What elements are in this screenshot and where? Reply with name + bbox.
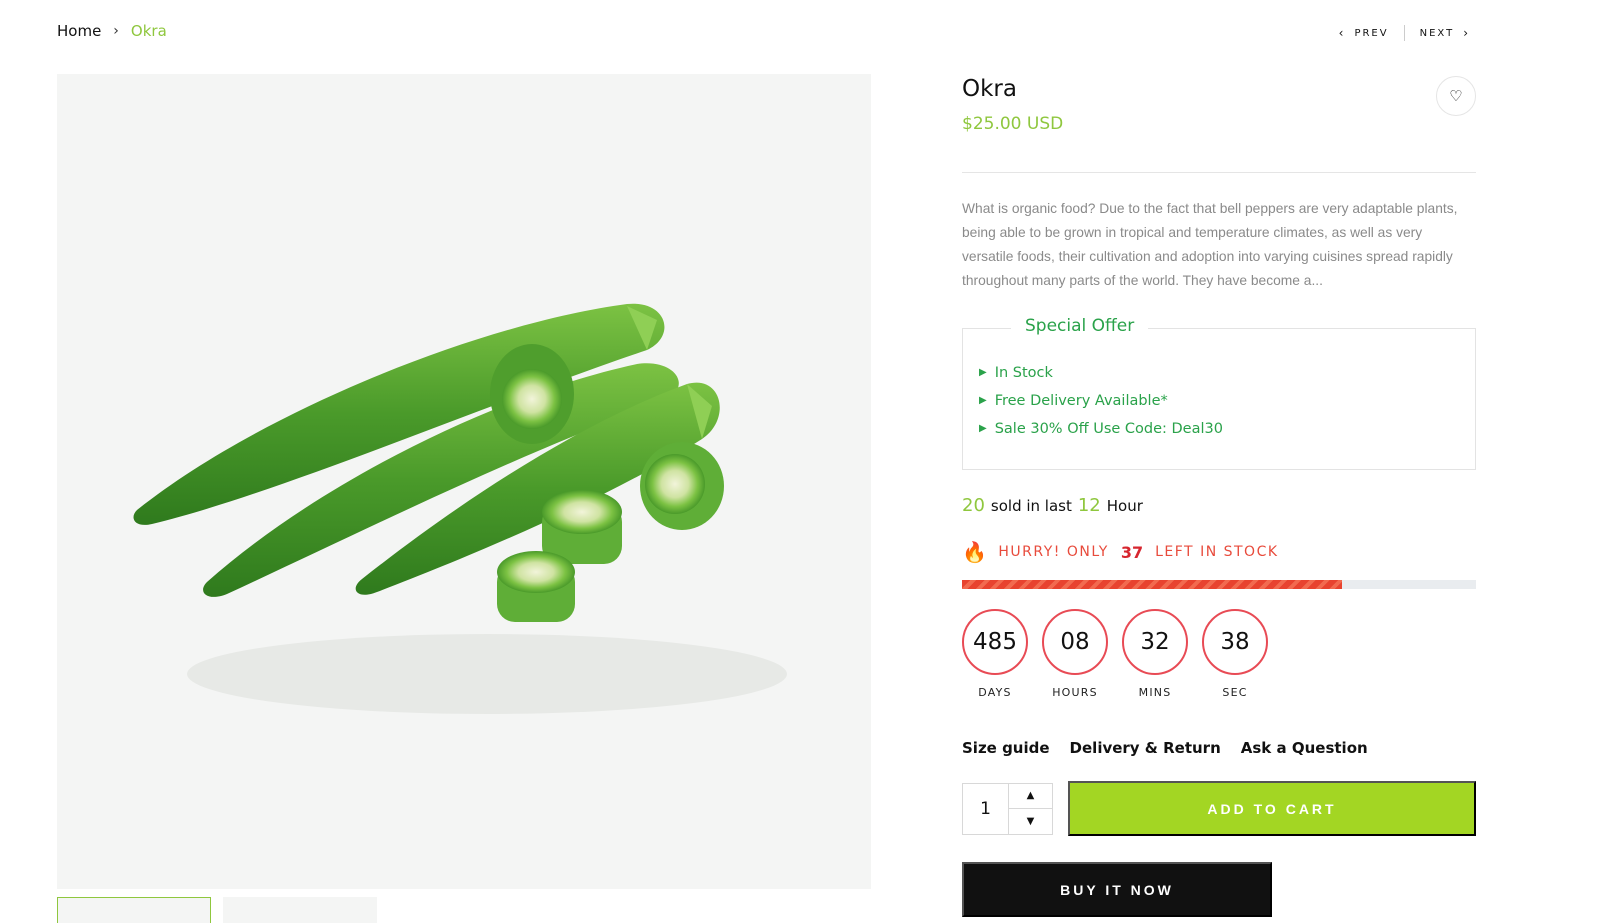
countdown-label: DAYS bbox=[978, 686, 1012, 699]
breadcrumb: Home › Okra bbox=[57, 22, 167, 40]
caret-right-icon: ▶ bbox=[979, 367, 987, 378]
countdown-mins: 32 MINS bbox=[1122, 609, 1188, 699]
pager-divider bbox=[1403, 25, 1405, 41]
offer-item: ▶ In Stock bbox=[979, 359, 1475, 387]
delivery-return-link[interactable]: Delivery & Return bbox=[1070, 739, 1221, 757]
quantity-arrows: ▲ ▼ bbox=[1009, 784, 1052, 834]
prev-label: PREV bbox=[1354, 27, 1389, 39]
sold-text: sold in last bbox=[990, 497, 1072, 515]
sold-unit: Hour bbox=[1106, 497, 1143, 515]
chevron-right-icon: › bbox=[1463, 26, 1470, 40]
fire-icon: 🔥 bbox=[962, 540, 989, 564]
breadcrumb-current: Okra bbox=[130, 22, 167, 40]
offer-item-text: In Stock bbox=[994, 365, 1053, 381]
offer-item: ▶ Sale 30% Off Use Code: Deal30 bbox=[979, 415, 1475, 443]
countdown-hours: 08 HOURS bbox=[1042, 609, 1108, 699]
countdown-sec: 38 SEC bbox=[1202, 609, 1268, 699]
stock-count: 37 bbox=[1120, 542, 1144, 562]
okra-illustration bbox=[133, 303, 787, 714]
product-info: Okra $25.00 USD ♡ What is organic food? … bbox=[962, 74, 1476, 917]
quantity-stepper: 1 ▲ ▼ bbox=[962, 782, 1053, 835]
caret-right-icon: ▶ bbox=[979, 395, 987, 406]
product-pager: ‹ PREV NEXT › bbox=[1339, 25, 1470, 41]
prev-button[interactable]: ‹ PREV bbox=[1339, 26, 1389, 40]
chevron-left-icon: ‹ bbox=[1338, 26, 1346, 40]
quantity-input[interactable]: 1 bbox=[963, 783, 1009, 834]
next-button[interactable]: NEXT › bbox=[1420, 26, 1470, 40]
offer-item-text: Sale 30% Off Use Code: Deal30 bbox=[994, 421, 1223, 437]
breadcrumb-home-link[interactable]: Home bbox=[57, 22, 101, 40]
divider bbox=[962, 172, 1476, 173]
product-image-main[interactable] bbox=[57, 74, 871, 889]
countdown-value: 32 bbox=[1122, 609, 1188, 675]
countdown-days: 485 DAYS bbox=[962, 609, 1028, 699]
countdown-timer: 485 DAYS 08 HOURS 32 MINS 38 SEC bbox=[962, 609, 1476, 699]
product-title: Okra bbox=[962, 76, 1017, 102]
offer-item-text: Free Delivery Available* bbox=[994, 393, 1168, 409]
stock-progress-fill bbox=[962, 580, 1343, 589]
decrement-icon[interactable]: ▼ bbox=[1009, 809, 1052, 834]
hurry-prefix: HURRY! ONLY bbox=[998, 544, 1109, 560]
hurry-suffix: LEFT IN STOCK bbox=[1155, 544, 1279, 560]
next-label: NEXT bbox=[1419, 27, 1455, 39]
product-price: $25.00 USD bbox=[962, 114, 1064, 134]
thumbnail-1[interactable] bbox=[57, 897, 211, 923]
size-guide-link[interactable]: Size guide bbox=[962, 739, 1050, 757]
cart-row: 1 ▲ ▼ ADD TO CART bbox=[962, 781, 1476, 836]
chevron-right-icon: › bbox=[113, 23, 119, 39]
countdown-label: SEC bbox=[1222, 686, 1248, 699]
stock-alert: 🔥 HURRY! ONLY 37 LEFT IN STOCK bbox=[962, 540, 1476, 564]
special-offer-box: Special Offer ▶ In Stock ▶ Free Delivery A… bbox=[962, 316, 1476, 470]
sold-count: 20 bbox=[962, 495, 985, 516]
ask-question-link[interactable]: Ask a Question bbox=[1241, 739, 1368, 757]
heart-icon: ♡ bbox=[1449, 88, 1463, 105]
countdown-value: 08 bbox=[1042, 609, 1108, 675]
product-links: Size guide Delivery & Return Ask a Quest… bbox=[962, 739, 1476, 757]
countdown-value: 485 bbox=[962, 609, 1028, 675]
caret-right-icon: ▶ bbox=[979, 423, 987, 434]
countdown-value: 38 bbox=[1202, 609, 1268, 675]
countdown-label: MINS bbox=[1138, 686, 1172, 699]
wishlist-button[interactable]: ♡ bbox=[1436, 76, 1476, 116]
increment-icon[interactable]: ▲ bbox=[1009, 784, 1052, 809]
sold-counter: 20 sold in last 12 Hour bbox=[962, 495, 1476, 516]
product-description: What is organic food? Due to the fact th… bbox=[962, 201, 1458, 288]
special-offer-title: Special Offer bbox=[1011, 316, 1149, 336]
add-to-cart-button[interactable]: ADD TO CART bbox=[1068, 781, 1476, 836]
thumbnail-2[interactable] bbox=[223, 897, 377, 923]
stock-progress-bar bbox=[962, 580, 1476, 589]
offer-item: ▶ Free Delivery Available* bbox=[979, 387, 1475, 415]
sold-hours: 12 bbox=[1077, 495, 1101, 516]
countdown-label: HOURS bbox=[1052, 686, 1098, 699]
buy-now-button[interactable]: BUY IT NOW bbox=[962, 862, 1272, 917]
offer-list: ▶ In Stock ▶ Free Delivery Available* ▶ Sal… bbox=[963, 359, 1475, 443]
